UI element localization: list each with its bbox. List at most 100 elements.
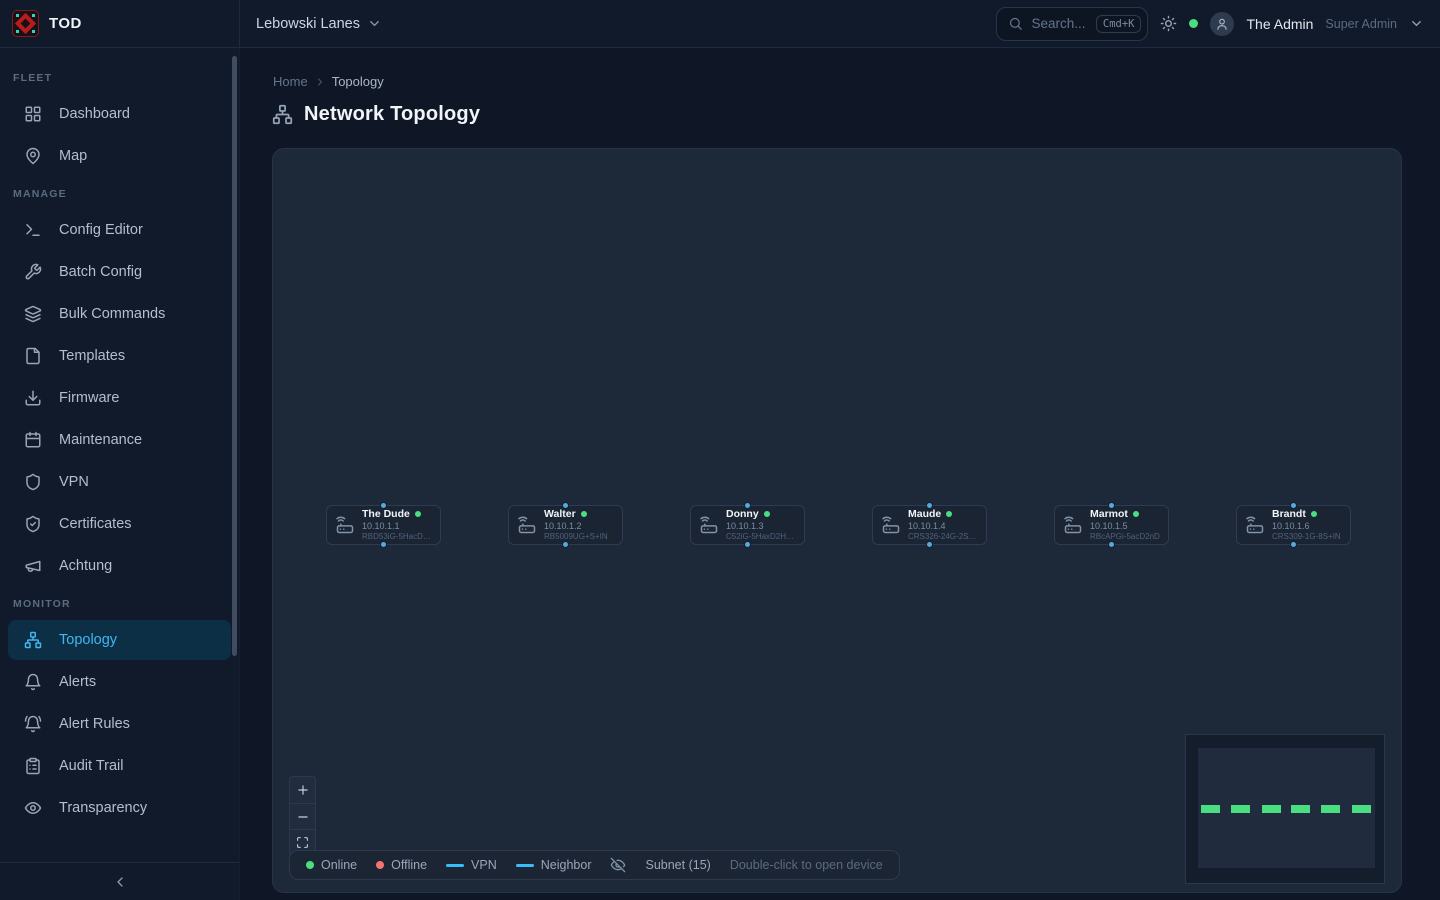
connection-handle-bottom[interactable] [562, 541, 569, 548]
zoom-in-button[interactable] [290, 777, 315, 803]
topology-canvas[interactable]: The Dude 10.10.1.1 RBD53iG-5HacD2HnD Wal… [272, 148, 1402, 893]
zoom-out-button[interactable] [290, 803, 315, 829]
tod-logo-icon [12, 10, 39, 37]
node-name: The Dude [362, 508, 410, 521]
online-status-dot [415, 511, 421, 517]
sidebar-item-map[interactable]: Map [8, 136, 231, 176]
shield-icon [24, 473, 42, 491]
connection-handle-bottom[interactable] [926, 541, 933, 548]
connection-handle-top[interactable] [926, 502, 933, 509]
sidebar-item-certificates[interactable]: Certificates [8, 504, 231, 544]
breadcrumb-separator-icon [314, 76, 326, 88]
search-input[interactable] [1031, 16, 1087, 31]
sidebar-item-audit-trail[interactable]: Audit Trail [8, 746, 231, 786]
breadcrumb-current: Topology [332, 74, 384, 89]
online-status-dot [946, 511, 952, 517]
sidebar-item-label: Certificates [59, 516, 132, 532]
sidebar-item-transparency[interactable]: Transparency [8, 788, 231, 828]
topology-node-donny[interactable]: Donny 10.10.1.3 C52iG-5HaxD2HaxD-US [690, 505, 805, 545]
sidebar-item-label: Batch Config [59, 264, 142, 280]
topology-node-brandt[interactable]: Brandt 10.10.1.6 CRS309-1G-8S+IN [1236, 505, 1351, 545]
eye-off-icon [610, 857, 626, 873]
sidebar-item-label: Transparency [59, 800, 147, 816]
sidebar-item-bulk-commands[interactable]: Bulk Commands [8, 294, 231, 334]
online-status-dot [1133, 511, 1139, 517]
sidebar-item-alerts[interactable]: Alerts [8, 662, 231, 702]
user-menu-button[interactable] [1409, 16, 1424, 31]
connection-handle-bottom[interactable] [1290, 541, 1297, 548]
node-ip: 10.10.1.1 [362, 521, 432, 532]
sidebar-item-alert-rules[interactable]: Alert Rules [8, 704, 231, 744]
connection-handle-bottom[interactable] [1108, 541, 1115, 548]
legend-offline: Offline [376, 858, 427, 872]
topbar: TOD Lebowski Lanes Cmd+K The Admin Super… [0, 0, 1440, 48]
sidebar-item-topology[interactable]: Topology [8, 620, 231, 660]
user-name: The Admin [1246, 16, 1313, 32]
sidebar-item-achtung[interactable]: Achtung [8, 546, 231, 586]
sidebar-item-templates[interactable]: Templates [8, 336, 231, 376]
breadcrumb: Home Topology [240, 48, 1440, 89]
online-status-dot [581, 511, 587, 517]
sidebar-item-dashboard[interactable]: Dashboard [8, 94, 231, 134]
router-icon [335, 515, 355, 535]
wrench-icon [24, 263, 42, 281]
node-model: C52iG-5HaxD2HaxD-US [726, 532, 796, 542]
connection-handle-bottom[interactable] [744, 541, 751, 548]
offline-dot-icon [376, 861, 384, 869]
megaphone-icon [24, 557, 42, 575]
node-model: RBcAPGi-5acD2nD [1090, 532, 1160, 542]
subnet-visibility-toggle[interactable] [610, 857, 626, 873]
user-role: Super Admin [1325, 17, 1397, 31]
sidebar-item-config-editor[interactable]: Config Editor [8, 210, 231, 250]
tenant-selector[interactable]: Lebowski Lanes [256, 16, 382, 32]
connection-handle-top[interactable] [562, 502, 569, 509]
minus-icon [296, 810, 310, 824]
sidebar-item-label: Alert Rules [59, 716, 130, 732]
avatar[interactable] [1210, 12, 1234, 36]
topology-node-marmot[interactable]: Marmot 10.10.1.5 RBcAPGi-5acD2nD [1054, 505, 1169, 545]
sidebar-item-label: Config Editor [59, 222, 143, 238]
minimap-node [1201, 805, 1220, 813]
layers-icon [24, 305, 42, 323]
minimap-node [1262, 805, 1281, 813]
main-content: Home Topology Network Topology The Dude … [240, 48, 1440, 900]
connection-handle-bottom[interactable] [380, 541, 387, 548]
sidebar-scrollbar[interactable] [232, 56, 237, 656]
minimap-node [1291, 805, 1310, 813]
breadcrumb-home[interactable]: Home [273, 74, 308, 89]
sidebar-item-vpn[interactable]: VPN [8, 462, 231, 502]
sidebar-item-label: Audit Trail [59, 758, 123, 774]
search-shortcut-badge: Cmd+K [1096, 15, 1142, 33]
sidebar-item-label: Templates [59, 348, 125, 364]
online-status-dot [1311, 511, 1317, 517]
node-model: CRS326-24G-2S+RM [908, 532, 978, 542]
dashboard-icon [24, 105, 42, 123]
sidebar-collapse-button[interactable] [112, 874, 128, 890]
topology-node-maude[interactable]: Maude 10.10.1.4 CRS326-24G-2S+RM [872, 505, 987, 545]
sidebar-item-maintenance[interactable]: Maintenance [8, 420, 231, 460]
connection-handle-top[interactable] [380, 502, 387, 509]
vpn-line-icon [446, 864, 464, 867]
canvas-zoom-controls [289, 776, 316, 856]
topology-node-the-dude[interactable]: The Dude 10.10.1.1 RBD53iG-5HacD2HnD [326, 505, 441, 545]
router-icon [1245, 515, 1265, 535]
sidebar-item-batch-config[interactable]: Batch Config [8, 252, 231, 292]
shield-check-icon [24, 515, 42, 533]
connection-handle-top[interactable] [1290, 502, 1297, 509]
search-box[interactable]: Cmd+K [996, 7, 1148, 41]
theme-toggle-button[interactable] [1160, 15, 1177, 32]
node-model: RBD53iG-5HacD2HnD [362, 532, 432, 542]
node-name: Marmot [1090, 508, 1128, 521]
connection-handle-top[interactable] [1108, 502, 1115, 509]
topology-minimap[interactable] [1185, 734, 1385, 884]
sidebar-item-label: Achtung [59, 558, 112, 574]
node-ip: 10.10.1.2 [544, 521, 608, 532]
minimap-node [1231, 805, 1250, 813]
sidebar-item-firmware[interactable]: Firmware [8, 378, 231, 418]
topology-node-walter[interactable]: Walter 10.10.1.2 RB5009UG+S+IN [508, 505, 623, 545]
router-icon [1063, 515, 1083, 535]
network-icon [272, 104, 293, 125]
router-icon [881, 515, 901, 535]
connection-handle-top[interactable] [744, 502, 751, 509]
brand-name: TOD [49, 15, 82, 32]
